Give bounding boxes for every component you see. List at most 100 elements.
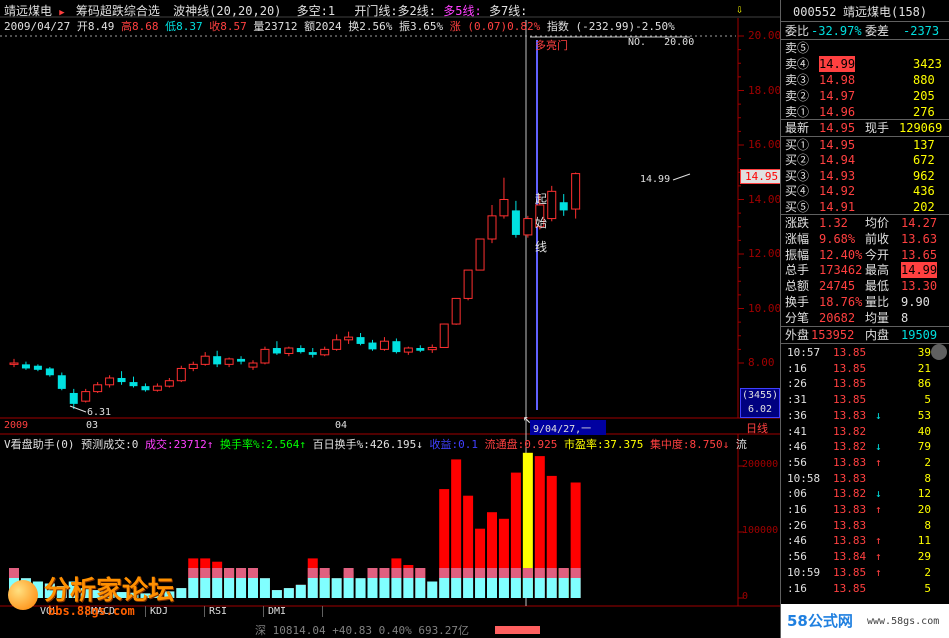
corner-watermark-url: www.58gs.com xyxy=(867,616,940,627)
tick-row[interactable]: :26 13.85 86 xyxy=(783,376,945,391)
sell-row[interactable]: 卖② 14.97 205 xyxy=(783,88,943,104)
sell-volume: 276 xyxy=(913,105,935,119)
volume-bar-pink xyxy=(463,568,474,578)
vol-box-top: (3455) xyxy=(741,390,779,401)
tick-volume: 20 xyxy=(917,503,931,516)
tick-row[interactable]: 10:59 13.85 ↑ 2 xyxy=(783,565,945,580)
volume-bar-cyan xyxy=(451,578,462,598)
candle-body-up xyxy=(332,339,342,350)
buy-row[interactable]: 买③ 14.93 962 xyxy=(783,168,943,184)
scroll-up-icon[interactable]: ⇩ xyxy=(736,2,743,16)
tick-volume: 53 xyxy=(917,408,931,422)
tick-time: 10:58 xyxy=(787,471,821,485)
float-shares: 流通盘:0.925 xyxy=(484,438,558,451)
stat-row[interactable]: 分笔 20682 均量 8 xyxy=(783,310,943,326)
candle-body-up xyxy=(320,348,330,356)
volume-bar-pink xyxy=(451,568,462,578)
vol-axis-label: 100000 xyxy=(742,525,779,536)
volume-bar-cyan xyxy=(248,578,258,598)
sell-volume: 3423 xyxy=(913,57,942,71)
longshort-label: 多空:1 xyxy=(296,4,336,18)
tick-row[interactable]: :31 13.85 5 xyxy=(783,392,945,407)
tick-row[interactable]: 10:57 13.85 39 xyxy=(783,345,945,360)
tab-dmi[interactable]: DMI xyxy=(264,606,323,617)
sell-price: 14.98 xyxy=(819,73,856,87)
kline-chart[interactable] xyxy=(0,0,780,620)
tick-price: 13.85 xyxy=(833,377,867,391)
tick-row[interactable]: :46 13.82 ↓ 79 xyxy=(783,439,945,454)
stat-row[interactable]: 涨跌 1.32 均价 14.27 xyxy=(783,215,943,231)
buy-row[interactable]: 买① 14.95 137 xyxy=(783,137,943,153)
volume-bar-pink xyxy=(391,568,402,578)
sell-row[interactable]: 卖③ 14.98 880 xyxy=(783,72,943,88)
stat-row[interactable]: 振幅 12.40% 今开 13.65 xyxy=(783,247,943,263)
stock-name: 靖远煤电 xyxy=(4,4,53,18)
volume-bar-pink xyxy=(546,568,557,578)
tick-row[interactable]: :06 13.82 ↓ 12 xyxy=(783,486,945,501)
tick-row[interactable]: :26 13.83 8 xyxy=(783,518,945,533)
stat-value: 13.30 xyxy=(901,279,938,294)
tick-volume: 86 xyxy=(917,377,931,391)
volume-bar-cyan xyxy=(546,578,557,598)
tick-row[interactable]: :16 13.85 5 xyxy=(783,581,945,596)
period-label[interactable]: 日线 xyxy=(746,420,768,436)
stat-label: 总额 xyxy=(785,279,810,294)
volume-bar-cyan xyxy=(475,578,486,598)
tick-row[interactable]: :46 13.83 ↑ 11 xyxy=(783,533,945,548)
buy-row[interactable]: 买② 14.94 672 xyxy=(783,152,943,168)
play-icon[interactable]: ▶ xyxy=(59,8,64,18)
tab-rsi[interactable]: RSI xyxy=(205,606,264,617)
tick-row[interactable]: :56 13.84 ↑ 29 xyxy=(783,549,945,564)
sell-row[interactable]: 卖⑤ xyxy=(783,40,943,56)
vol-value: 成交:23712↑ xyxy=(145,438,214,451)
price-axis-label: 18.00 xyxy=(748,83,782,97)
candle-body-up xyxy=(475,238,485,271)
tick-volume: 2 xyxy=(924,455,931,469)
stat-value: 1.32 xyxy=(819,216,848,230)
volume-bar-pink xyxy=(439,568,450,578)
price-axis-label: 8.00 xyxy=(748,356,775,369)
sell-row[interactable]: 卖① 14.96 276 xyxy=(783,104,943,120)
buy-level-label: 买③ xyxy=(785,168,810,183)
quote-date: 2009/04/27 xyxy=(4,20,71,33)
volume-bar-cyan xyxy=(331,578,342,598)
stat-label: 今开 xyxy=(865,247,890,262)
candle-body-down xyxy=(117,377,126,383)
tick-row[interactable]: :36 13.83 ↓ 53 xyxy=(783,408,945,423)
tick-scrollbar[interactable] xyxy=(931,344,947,360)
tick-row[interactable]: :16 13.85 21 xyxy=(783,361,945,376)
sell-row[interactable]: 卖④ 14.99 3423 xyxy=(783,56,943,72)
tick-volume: 5 xyxy=(924,393,931,407)
stat-label: 涨跌 xyxy=(785,216,810,230)
sell-level-label: 卖① xyxy=(785,105,810,119)
stat-row[interactable]: 涨幅 9.68% 前收 13.63 xyxy=(783,231,943,247)
stat-value: 14.99 xyxy=(901,262,938,279)
tick-row[interactable]: :41 13.82 40 xyxy=(783,424,945,439)
weibi-label: 委比 xyxy=(785,24,810,38)
candle-body-down xyxy=(511,210,520,235)
buy-row[interactable]: 买④ 14.92 436 xyxy=(783,183,943,199)
tick-price: 13.83 xyxy=(833,408,867,422)
volume-bar-pink xyxy=(379,568,390,578)
buy-row[interactable]: 买⑤ 14.91 202 xyxy=(783,199,943,215)
xianshou-label: 现手 xyxy=(865,121,890,135)
stat-label: 均价 xyxy=(865,216,890,230)
volume-bar-cyan xyxy=(259,578,270,598)
stat-label: 分笔 xyxy=(785,310,810,325)
stat-row[interactable]: 总额 24745 最低 13.30 xyxy=(783,278,943,294)
stat-row[interactable]: 换手 18.76% 量比 9.90 xyxy=(783,294,943,310)
tick-row[interactable]: :56 13.83 ↑ 2 xyxy=(783,455,945,470)
volume-bar-cyan xyxy=(415,578,426,598)
tick-row[interactable]: 10:58 13.83 8 xyxy=(783,471,945,486)
sell-level-label: 卖④ xyxy=(785,57,810,71)
chart-area[interactable]: 靖远煤电 ▶ 筹码超跌综合选 波神线(20,20,20) 多空:1 开门线:多2… xyxy=(0,0,784,638)
stat-value: 24745 xyxy=(819,279,856,294)
buy-volume: 962 xyxy=(913,168,935,183)
tick-row[interactable]: :16 13.83 ↑ 20 xyxy=(783,502,945,517)
low-label: 6.31 xyxy=(87,407,112,418)
tick-time: :56 xyxy=(787,550,807,564)
buy-level-label: 买④ xyxy=(785,184,810,199)
stat-row[interactable]: 总手 173462 最高 14.99 xyxy=(783,262,943,279)
many7-label: 多7线: xyxy=(488,4,528,18)
earnings: 收益:0.1 xyxy=(429,438,478,451)
